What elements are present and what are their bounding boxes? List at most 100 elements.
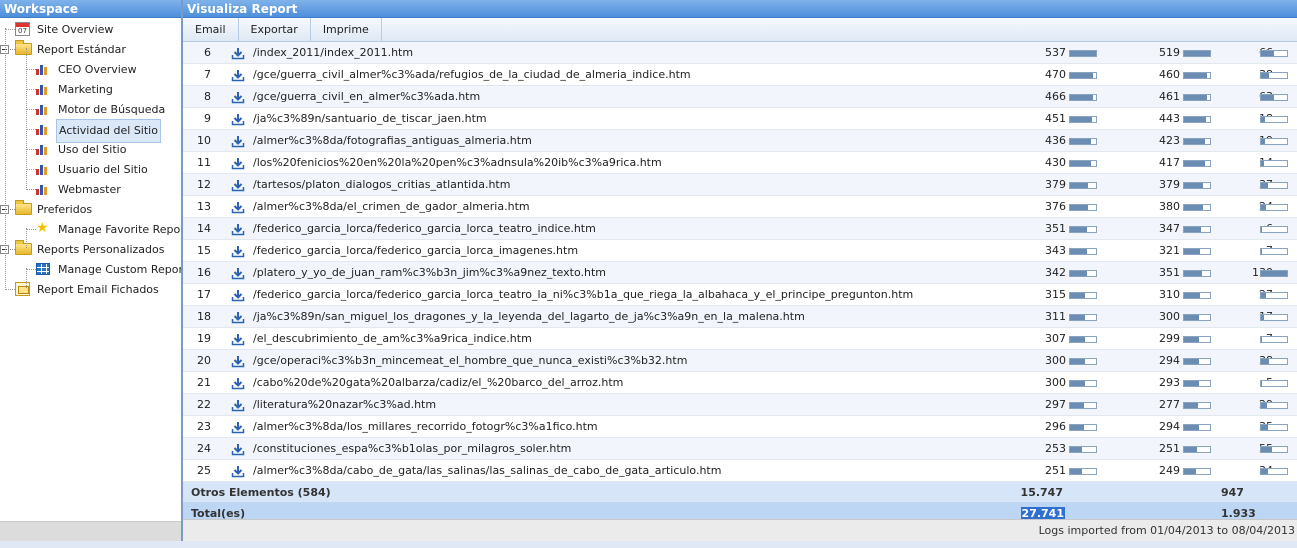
value-col2: 379 (1159, 178, 1180, 191)
page-url-link[interactable]: /los%20fenicios%20en%20la%20pen%c3%adnsu… (253, 152, 662, 174)
table-row[interactable]: 24/constituciones_espa%c3%b1olas_por_mil… (183, 438, 1297, 460)
export-button[interactable]: Exportar (239, 18, 311, 42)
download-icon[interactable] (231, 288, 245, 302)
value-bar-fill (1184, 51, 1210, 56)
tree-item-report-email-fichados[interactable]: Report Email Fichados (0, 279, 181, 299)
table-row[interactable]: 17/federico_garcia_lorca/federico_garcia… (183, 284, 1297, 306)
page-url-link[interactable]: /tartesos/platon_dialogos_critias_atlant… (253, 174, 510, 196)
tree-item-motor-de-busqueda[interactable]: Motor de Búsqueda (0, 99, 181, 119)
table-row[interactable]: 12/tartesos/platon_dialogos_critias_atla… (183, 174, 1297, 196)
tree-item-manage-custom-reports[interactable]: Manage Custom Reports (0, 259, 193, 279)
page-url-link[interactable]: /literatura%20nazar%c3%ad.htm (253, 394, 436, 416)
tree-item-actividad-del-sitio[interactable]: Actividad del Sitio (0, 119, 181, 143)
table-row[interactable]: 21/cabo%20de%20gata%20albarza/cadiz/el_%… (183, 372, 1297, 394)
table-row[interactable]: 15/federico_garcia_lorca/federico_garcia… (183, 240, 1297, 262)
table-row[interactable]: 10/almer%c3%8da/fotografias_antiguas_alm… (183, 130, 1297, 152)
tree-item-report-estandar[interactable]: Report Estándar (0, 39, 181, 59)
report-toolbar: Email Exportar Imprime (183, 18, 1297, 42)
page-url-link[interactable]: /ja%c3%89n/san_miguel_los_dragones_y_la_… (253, 306, 805, 328)
page-url-link[interactable]: /platero_y_yo_de_juan_ram%c3%b3n_jim%c3%… (253, 262, 606, 284)
download-icon[interactable] (231, 112, 245, 126)
table-row[interactable]: 19/el_descubrimiento_de_am%c3%a9rica_ind… (183, 328, 1297, 350)
print-button[interactable]: Imprime (311, 18, 382, 42)
table-row[interactable]: 6/index_2011/index_2011.htm53751966 (183, 42, 1297, 64)
value-bar (1069, 138, 1097, 145)
tree-guide-line (5, 28, 6, 288)
page-url-link[interactable]: /federico_garcia_lorca/federico_garcia_l… (253, 284, 913, 306)
download-icon[interactable] (231, 332, 245, 346)
page-url-link[interactable]: /almer%c3%8da/el_crimen_de_gador_almeria… (253, 196, 530, 218)
page-url-link[interactable]: /almer%c3%8da/los_millares_recorrido_fot… (253, 416, 598, 438)
tree-item-preferidos[interactable]: Preferidos (0, 199, 181, 219)
page-url-link[interactable]: /federico_garcia_lorca/federico_garcia_l… (253, 240, 578, 262)
value-col1: 376 (1045, 200, 1066, 213)
table-row[interactable]: 25/almer%c3%8da/cabo_de_gata/las_salinas… (183, 460, 1297, 482)
page-url-link[interactable]: /constituciones_espa%c3%b1olas_por_milag… (253, 438, 571, 460)
table-row[interactable]: 22/literatura%20nazar%c3%ad.htm29727729 (183, 394, 1297, 416)
table-row[interactable]: 7/gce/guerra_civil_almer%c3%ada/refugios… (183, 64, 1297, 86)
download-icon[interactable] (231, 68, 245, 82)
bar-chart-icon-bar (44, 87, 47, 95)
download-icon[interactable] (231, 398, 245, 412)
download-icon[interactable] (231, 354, 245, 368)
download-icon[interactable] (231, 310, 245, 324)
page-url-link[interactable]: /gce/guerra_civil_almer%c3%ada/refugios_… (253, 64, 691, 86)
table-row[interactable]: 23/almer%c3%8da/los_millares_recorrido_f… (183, 416, 1297, 438)
download-icon[interactable] (231, 420, 245, 434)
page-url-link[interactable]: /almer%c3%8da/cabo_de_gata/las_salinas/l… (253, 460, 721, 482)
download-icon[interactable] (231, 266, 245, 280)
others-label: Otros Elementos (584) (191, 486, 331, 499)
download-icon[interactable] (231, 90, 245, 104)
download-icon[interactable] (231, 376, 245, 390)
page-url-link[interactable]: /cabo%20de%20gata%20albarza/cadiz/el_%20… (253, 372, 623, 394)
bar-chart-icon-bar (44, 107, 47, 115)
bar-chart-icon-bar (44, 67, 47, 75)
page-url-link[interactable]: /federico_garcia_lorca/federico_garcia_l… (253, 218, 596, 240)
download-icon[interactable] (231, 464, 245, 478)
page-url-link[interactable]: /index_2011/index_2011.htm (253, 42, 413, 64)
table-row[interactable]: 16/platero_y_yo_de_juan_ram%c3%b3n_jim%c… (183, 262, 1297, 284)
download-icon[interactable] (231, 178, 245, 192)
page-url-link[interactable]: /el_descubrimiento_de_am%c3%a9rica_indic… (253, 328, 532, 350)
download-icon[interactable] (231, 156, 245, 170)
value-bar (1069, 182, 1097, 189)
table-row[interactable]: 13/almer%c3%8da/el_crimen_de_gador_almer… (183, 196, 1297, 218)
tree-item-reports-personalizados[interactable]: Reports Personalizados (0, 239, 181, 259)
value-bar-fill (1184, 73, 1207, 78)
download-icon[interactable] (231, 200, 245, 214)
tree-item-uso-del-sitio[interactable]: Uso del Sitio (0, 139, 181, 159)
download-icon[interactable] (231, 442, 245, 456)
tree-item-ceo-overview[interactable]: CEO Overview (0, 59, 181, 79)
status-bar: Logs imported from 01/04/2013 to 08/04/2… (183, 519, 1297, 541)
table-row[interactable]: 9/ja%c3%89n/santuario_de_tiscar_jaen.htm… (183, 108, 1297, 130)
table-row[interactable]: 20/gce/operaci%c3%b3n_mincemeat_el_hombr… (183, 350, 1297, 372)
download-icon[interactable] (231, 244, 245, 258)
value-bar-fill (1261, 249, 1262, 254)
value-col2: 380 (1159, 200, 1180, 213)
tree-item-manage-favorite-reports[interactable]: ★ Manage Favorite Reports (0, 219, 195, 239)
download-icon[interactable] (231, 134, 245, 148)
tree-item-site-overview[interactable]: 07 Site Overview (0, 19, 181, 39)
tree-connector (26, 189, 36, 190)
tree-item-marketing[interactable]: Marketing (0, 79, 181, 99)
table-row[interactable]: 11/los%20fenicios%20en%20la%20pen%c3%adn… (183, 152, 1297, 174)
star-icon: ★ (36, 220, 49, 236)
table-row[interactable]: 14/federico_garcia_lorca/federico_garcia… (183, 218, 1297, 240)
bar-chart-icon (36, 84, 48, 95)
page-url-link[interactable]: /gce/operaci%c3%b3n_mincemeat_el_hombre_… (253, 350, 687, 372)
page-url-link[interactable]: /ja%c3%89n/santuario_de_tiscar_jaen.htm (253, 108, 487, 130)
page-url-link[interactable]: /almer%c3%8da/fotografias_antiguas_almer… (253, 130, 532, 152)
value-col1: 300 (1045, 354, 1066, 367)
tree-item-label: Manage Favorite Reports (58, 223, 195, 236)
download-icon[interactable] (231, 46, 245, 60)
bar-chart-icon (36, 184, 48, 195)
bar-chart-icon-bar (40, 105, 43, 115)
email-button[interactable]: Email (183, 18, 239, 42)
tree-item-usuario-del-sitio[interactable]: Usuario del Sitio (0, 159, 181, 179)
bar-chart-icon (36, 104, 48, 115)
table-row[interactable]: 8/gce/guerra_civil_en_almer%c3%ada.htm 46… (183, 86, 1297, 108)
tree-item-webmaster[interactable]: Webmaster (0, 179, 181, 199)
download-icon[interactable] (231, 222, 245, 236)
page-url-link[interactable]: /gce/guerra_civil_en_almer%c3%ada.htm (253, 86, 480, 108)
table-row[interactable]: 18/ja%c3%89n/san_miguel_los_dragones_y_l… (183, 306, 1297, 328)
